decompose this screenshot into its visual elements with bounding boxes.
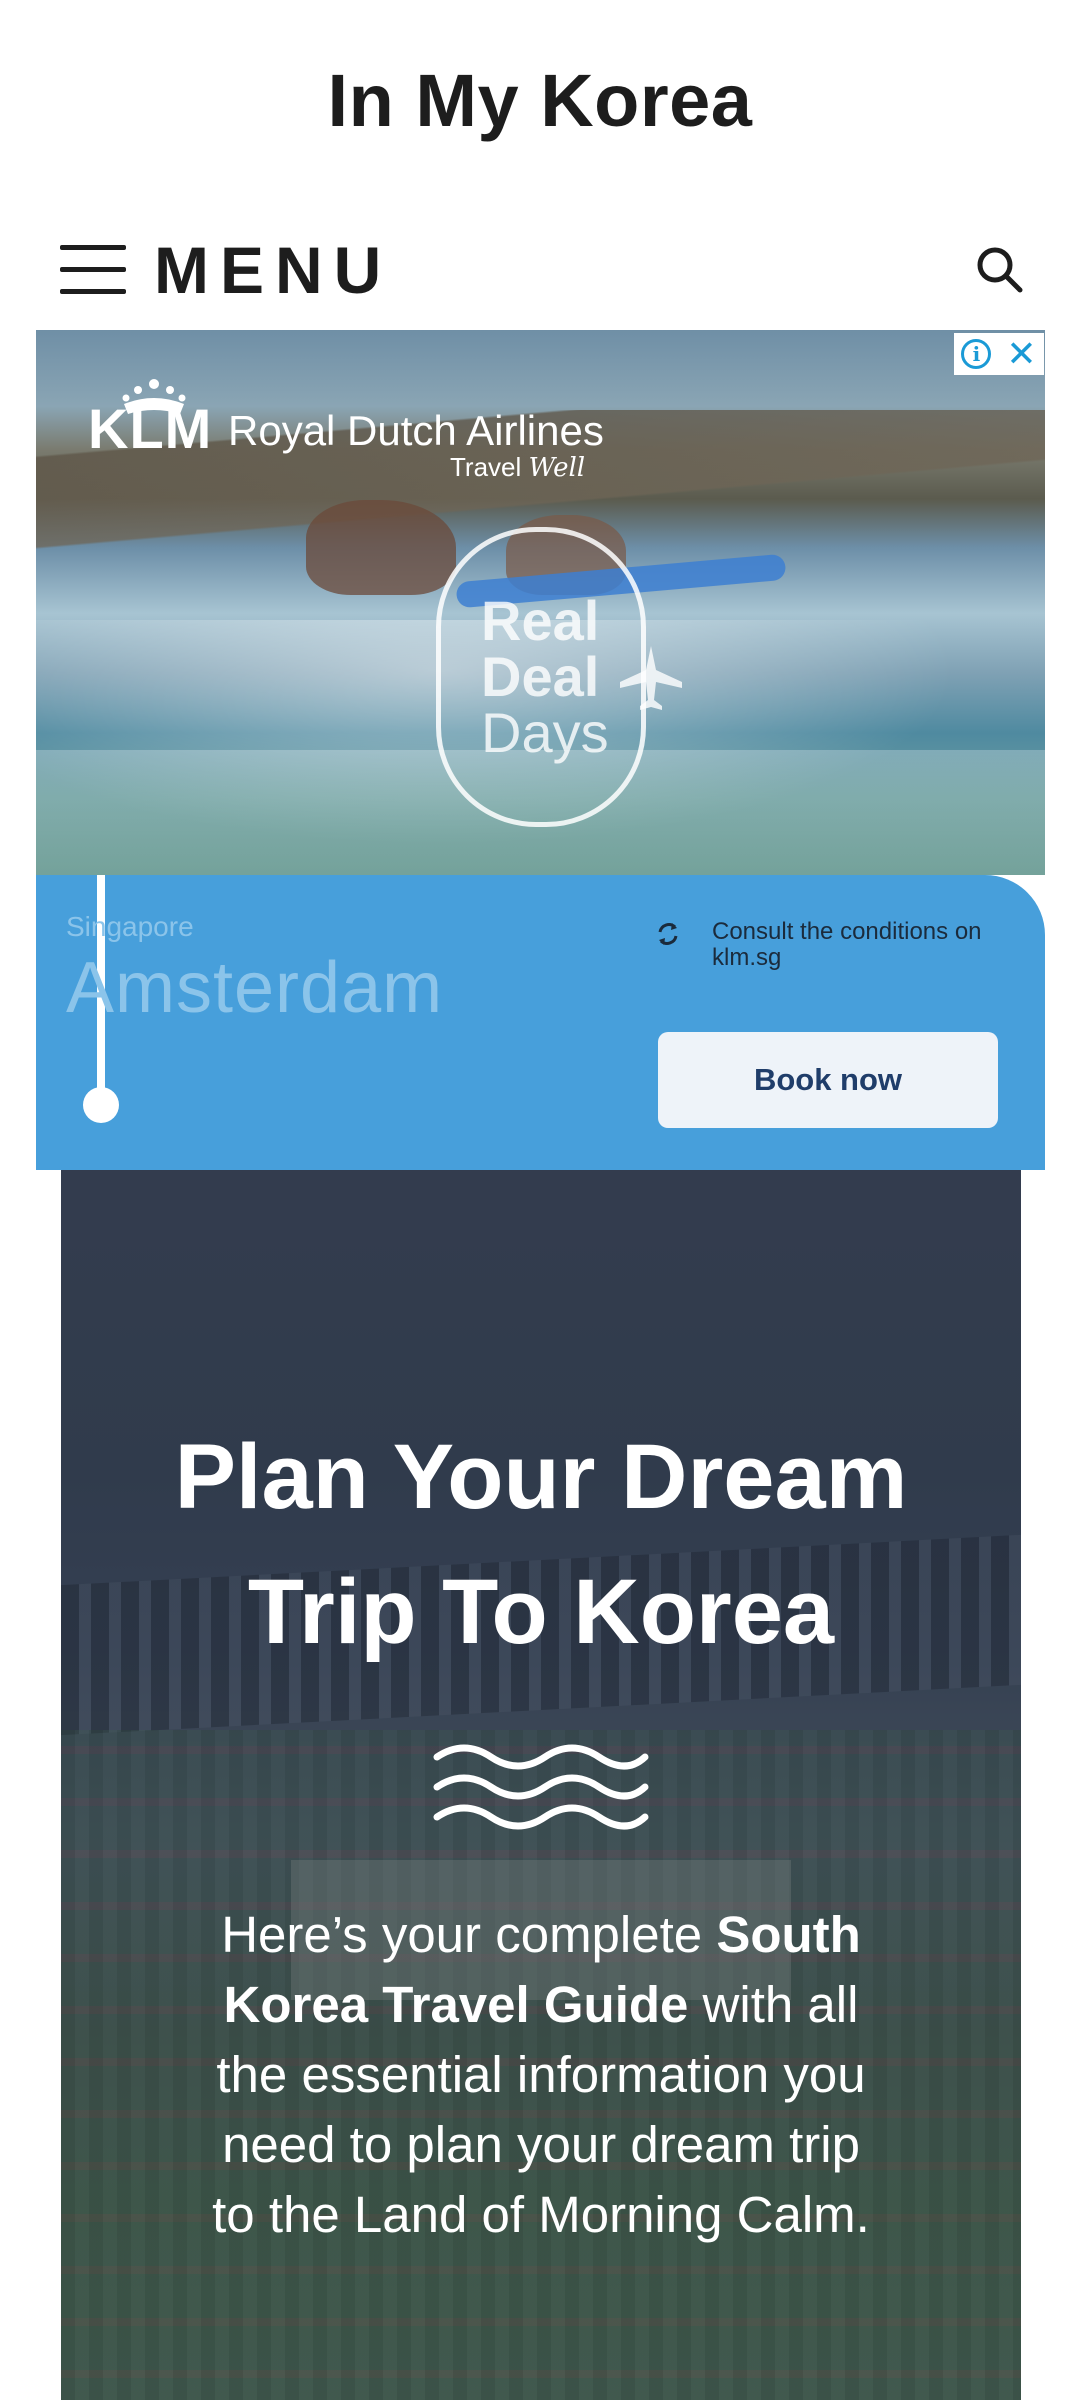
ad-brand-name: Royal Dutch Airlines	[228, 407, 604, 454]
menu-label: MENU	[154, 233, 393, 307]
conditions-text: Consult the conditions on klm.sg	[712, 918, 982, 971]
refresh-icon	[658, 923, 678, 945]
ad-booking-panel: Singapore Amsterdam Consult the conditio…	[36, 875, 1045, 1170]
ad-info-icon[interactable]: i	[961, 339, 992, 369]
promo-badge: Real Deal Days	[436, 527, 682, 827]
hamburger-icon	[60, 245, 126, 295]
ad-choices: i ✕	[954, 333, 1044, 375]
site-header: In My Korea MENU	[0, 0, 1080, 330]
menu-button[interactable]: MENU	[60, 225, 392, 315]
destination-city: Amsterdam	[66, 948, 444, 1028]
promo-line: Days	[481, 701, 609, 764]
search-icon	[977, 247, 1023, 293]
route-dot	[83, 1087, 119, 1123]
airplane-icon	[620, 646, 682, 710]
hero-description: Here’s your complete South Korea Travel …	[212, 1906, 870, 2243]
hero-title: Plan Your Dream Trip To Korea	[61, 1410, 1021, 1680]
search-button[interactable]	[970, 240, 1030, 300]
ad-photo: KLM Royal Dutch Airlines Travel Well Rea…	[36, 330, 1045, 875]
hero-title-line1: Plan Your Dream	[174, 1426, 908, 1528]
ad-tagline: Travel Well	[450, 452, 586, 483]
promo-line: Real	[481, 589, 600, 652]
advertisement-banner[interactable]: KLM Royal Dutch Airlines Travel Well Rea…	[36, 330, 1045, 1170]
waves-icon	[433, 1744, 649, 1830]
origin-city: Singapore	[66, 911, 194, 942]
klm-logo: KLM	[88, 397, 213, 460]
hero-section: Plan Your Dream Trip To Korea Here’s you…	[61, 1170, 1021, 2400]
site-title[interactable]: In My Korea	[0, 58, 1080, 143]
hero-title-line2: Trip To Korea	[247, 1561, 835, 1663]
ad-close-icon[interactable]: ✕	[1006, 336, 1036, 372]
book-now-button[interactable]: Book now	[658, 1032, 998, 1128]
